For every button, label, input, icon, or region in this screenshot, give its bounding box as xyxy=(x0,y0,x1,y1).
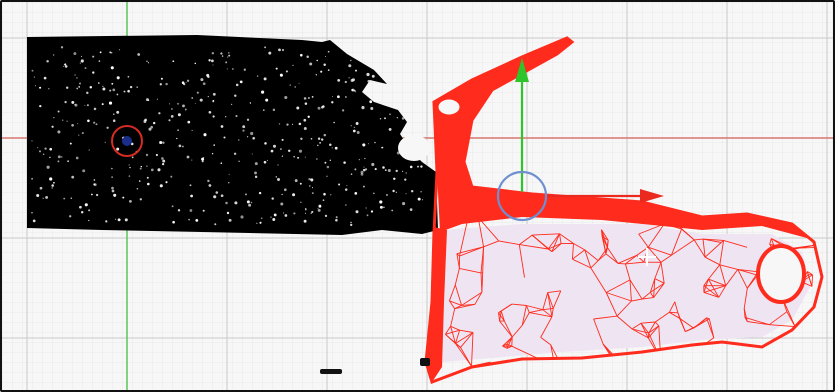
scene-canvas[interactable] xyxy=(2,2,835,392)
3d-viewport[interactable] xyxy=(0,0,835,392)
stray-point-mark xyxy=(320,369,342,374)
stray-point-mark xyxy=(420,358,430,366)
